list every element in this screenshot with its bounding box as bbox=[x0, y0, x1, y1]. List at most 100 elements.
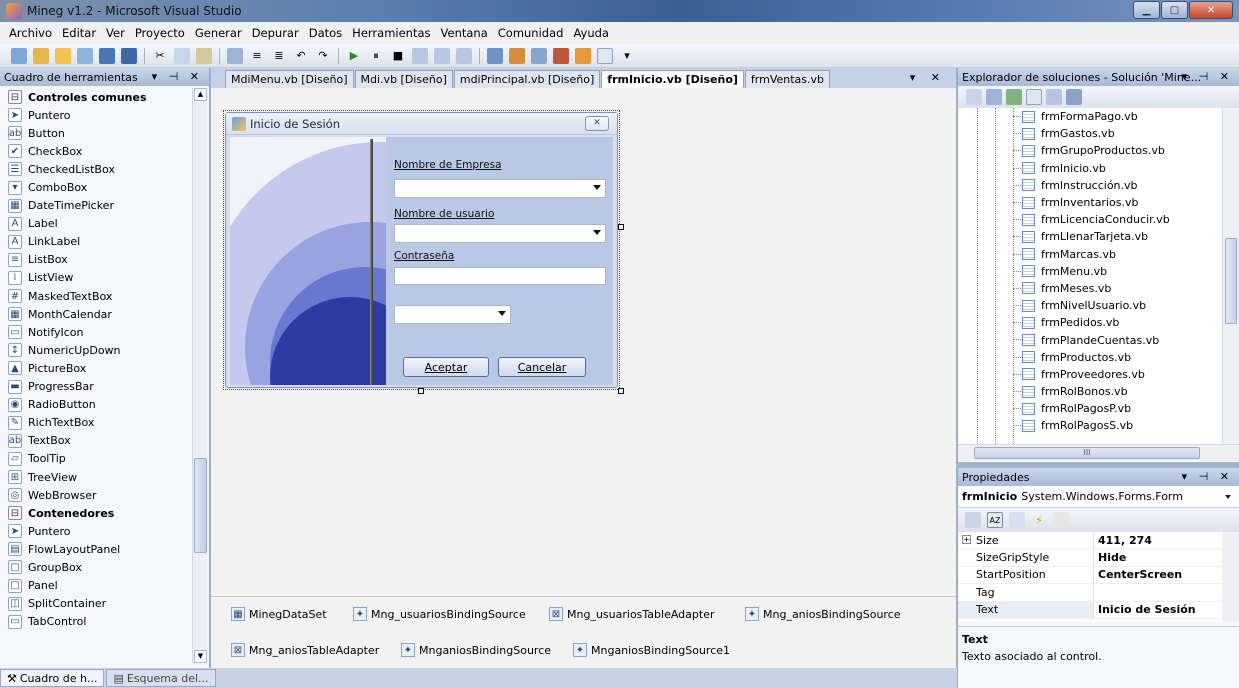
solution-hscrollbar[interactable]: III bbox=[958, 444, 1239, 461]
comment-icon[interactable]: ≡ bbox=[249, 48, 265, 64]
toolbox-item[interactable]: ▬ ProgressBar bbox=[4, 378, 190, 396]
step-out-icon[interactable] bbox=[456, 47, 472, 64]
uncomment-icon[interactable]: ≣ bbox=[271, 48, 287, 64]
properties-icon[interactable] bbox=[966, 89, 982, 105]
tray-anios-tableadapter[interactable]: ⊠ Mng_aniosTableAdapter bbox=[231, 643, 379, 657]
property-row[interactable]: Tag bbox=[958, 584, 1239, 602]
solution-file-item[interactable]: frmProductos.vb bbox=[958, 349, 1220, 366]
toolbox-item[interactable]: ab TextBox bbox=[4, 432, 190, 450]
toolbox-item[interactable]: ⁞ ListView bbox=[4, 269, 190, 287]
properties-scrollbar[interactable] bbox=[1222, 532, 1239, 622]
scroll-down-arrow[interactable]: ▼ bbox=[194, 650, 207, 663]
menu-archivo[interactable]: Archivo bbox=[4, 26, 57, 40]
password-textbox[interactable] bbox=[394, 267, 606, 285]
solution-file-item[interactable]: frmProveedores.vb bbox=[958, 366, 1220, 383]
anio-combobox[interactable] bbox=[394, 305, 511, 324]
designed-form[interactable]: Inicio de Sesión ✕ Nombre de Empresa Nom… bbox=[223, 110, 624, 394]
panel-controls[interactable]: ▾ ⊣ ✕ bbox=[1182, 470, 1233, 483]
property-value[interactable]: CenterScreen bbox=[1094, 567, 1182, 583]
scroll-up-arrow[interactable]: ▲ bbox=[194, 88, 207, 101]
scroll-thumb[interactable] bbox=[1225, 238, 1237, 324]
toolbox-scrollbar[interactable]: ▲ ▼ bbox=[192, 88, 207, 663]
toolbox-item[interactable]: ▱ ToolTip bbox=[4, 450, 190, 468]
toolbox-group[interactable]: ⊟ Contenedores bbox=[4, 504, 190, 522]
tray-anios-bindingsource[interactable]: ✦ Mng_aniosBindingSource bbox=[745, 607, 901, 621]
property-pages-icon[interactable] bbox=[1053, 512, 1069, 528]
tab-frmventas[interactable]: frmVentas.vb bbox=[744, 70, 831, 88]
tray-minegdataset[interactable]: ▦ MinegDataSet bbox=[231, 607, 327, 621]
menu-proyecto[interactable]: Proyecto bbox=[130, 26, 190, 40]
tab-toolbox[interactable]: ⚒ Cuadro de h... bbox=[0, 669, 105, 687]
tab-frminicio[interactable]: frmInicio.vb [Diseño] bbox=[601, 70, 744, 88]
properties-view-icon[interactable] bbox=[1009, 512, 1025, 528]
view-code-icon[interactable] bbox=[1026, 89, 1042, 105]
property-value[interactable]: Inicio de Sesión bbox=[1094, 602, 1196, 618]
new-project-icon[interactable] bbox=[11, 47, 27, 64]
solution-file-item[interactable]: frmFormaPago.vb bbox=[958, 108, 1220, 125]
tray-mnganios-bindingsource1[interactable]: ✦ MnganiosBindingSource1 bbox=[573, 643, 730, 657]
tab-mdiprincipal[interactable]: mdiPrincipal.vb [Diseño] bbox=[453, 70, 601, 88]
form-designer-surface[interactable]: Inicio de Sesión ✕ Nombre de Empresa Nom… bbox=[211, 88, 956, 596]
tray-usuarios-bindingsource[interactable]: ✦ Mng_usuariosBindingSource bbox=[353, 607, 526, 621]
show-all-files-icon[interactable] bbox=[986, 89, 1002, 105]
maximize-button[interactable]: ▢ bbox=[1161, 1, 1188, 19]
toolbox-item[interactable]: ◫ SplitContainer bbox=[4, 595, 190, 613]
solution-file-item[interactable]: frmRolPagosS.vb bbox=[958, 417, 1220, 434]
scroll-thumb[interactable]: III bbox=[974, 447, 1200, 459]
toolbox-item[interactable]: ➤ Puntero bbox=[4, 106, 190, 124]
resize-handle-right[interactable] bbox=[618, 224, 624, 230]
tray-usuarios-tableadapter[interactable]: ⊠ Mng_usuariosTableAdapter bbox=[549, 607, 715, 621]
toolbox-item[interactable]: ⊞ TreeView bbox=[4, 468, 190, 486]
solution-explorer-icon[interactable] bbox=[487, 47, 503, 64]
property-row[interactable]: StartPosition CenterScreen bbox=[958, 566, 1239, 585]
toolbox-item[interactable]: ▭ NotifyIcon bbox=[4, 323, 190, 341]
solution-file-item[interactable]: frmNivelUsuario.vb bbox=[958, 297, 1220, 314]
scroll-thumb[interactable] bbox=[194, 458, 207, 553]
toolbox-item[interactable]: # MaskedTextBox bbox=[4, 287, 190, 305]
solution-file-item[interactable]: frmMenu.vb bbox=[958, 263, 1220, 280]
solution-file-item[interactable]: frmLicenciaConducir.vb bbox=[958, 211, 1220, 228]
tab-mdi[interactable]: Mdi.vb [Diseño] bbox=[354, 70, 453, 88]
toolbox-item[interactable]: ◉ RadioButton bbox=[4, 396, 190, 414]
alphabetical-icon[interactable]: AZ bbox=[987, 512, 1003, 528]
solution-file-item[interactable]: frmRolPagosP.vb bbox=[958, 400, 1220, 417]
toolbox-item[interactable]: A Label bbox=[4, 215, 190, 233]
step-over-icon[interactable] bbox=[434, 47, 450, 64]
toolbox-item[interactable]: ▤ FlowLayoutPanel bbox=[4, 540, 190, 558]
toolbox-item[interactable]: ✔ CheckBox bbox=[4, 142, 190, 160]
solution-file-item[interactable]: frmRolBonos.vb bbox=[958, 383, 1220, 400]
solution-file-item[interactable]: frmInventarios.vb bbox=[958, 194, 1220, 211]
solution-file-item[interactable]: frmLlenarTarjeta.vb bbox=[958, 228, 1220, 245]
panel-controls[interactable]: ▾ ⊣ ✕ bbox=[152, 70, 203, 83]
undo-icon[interactable]: ↶ bbox=[293, 48, 309, 64]
pause-icon[interactable]: ⏸ bbox=[368, 48, 384, 64]
toolbox-item[interactable]: ▾ ComboBox bbox=[4, 178, 190, 196]
toolbox-item[interactable]: ➤ Puntero bbox=[4, 522, 190, 540]
copy-icon[interactable] bbox=[174, 47, 190, 64]
minimize-button[interactable]: ▁ bbox=[1133, 1, 1160, 19]
properties-icon[interactable] bbox=[509, 47, 525, 64]
toolbox-item[interactable]: □ Panel bbox=[4, 577, 190, 595]
menu-comunidad[interactable]: Comunidad bbox=[493, 26, 569, 40]
step-into-icon[interactable] bbox=[412, 47, 428, 64]
property-value[interactable] bbox=[1094, 584, 1098, 600]
tab-mdimenu[interactable]: MdiMenu.vb [Diseño] bbox=[225, 70, 354, 88]
toolbox-item[interactable]: ✎ RichTextBox bbox=[4, 414, 190, 432]
property-row[interactable]: + Size 411, 274 bbox=[958, 532, 1239, 550]
open-file-icon[interactable] bbox=[55, 47, 71, 64]
start-page-icon[interactable] bbox=[575, 47, 591, 64]
cancel-button[interactable]: Cancelar bbox=[498, 357, 586, 377]
toolbox-icon[interactable] bbox=[553, 47, 569, 64]
tray-mnganios-bindingsource[interactable]: ✦ MnganiosBindingSource bbox=[401, 643, 551, 657]
menu-herramientas[interactable]: Herramientas bbox=[347, 26, 435, 40]
usuario-combobox[interactable] bbox=[394, 224, 606, 243]
class-diagram-icon[interactable] bbox=[1066, 89, 1082, 105]
solution-file-item[interactable]: frmGrupoProductos.vb bbox=[958, 142, 1220, 159]
cut-icon[interactable]: ✂ bbox=[152, 48, 168, 64]
accept-button[interactable]: Aceptar bbox=[403, 357, 489, 377]
find-icon[interactable] bbox=[227, 47, 243, 64]
solution-file-item[interactable]: frmInicio.vb bbox=[958, 160, 1220, 177]
add-item-icon[interactable] bbox=[33, 47, 49, 64]
solution-file-item[interactable]: frmGastos.vb bbox=[958, 125, 1220, 142]
menu-ver[interactable]: Ver bbox=[101, 26, 130, 40]
